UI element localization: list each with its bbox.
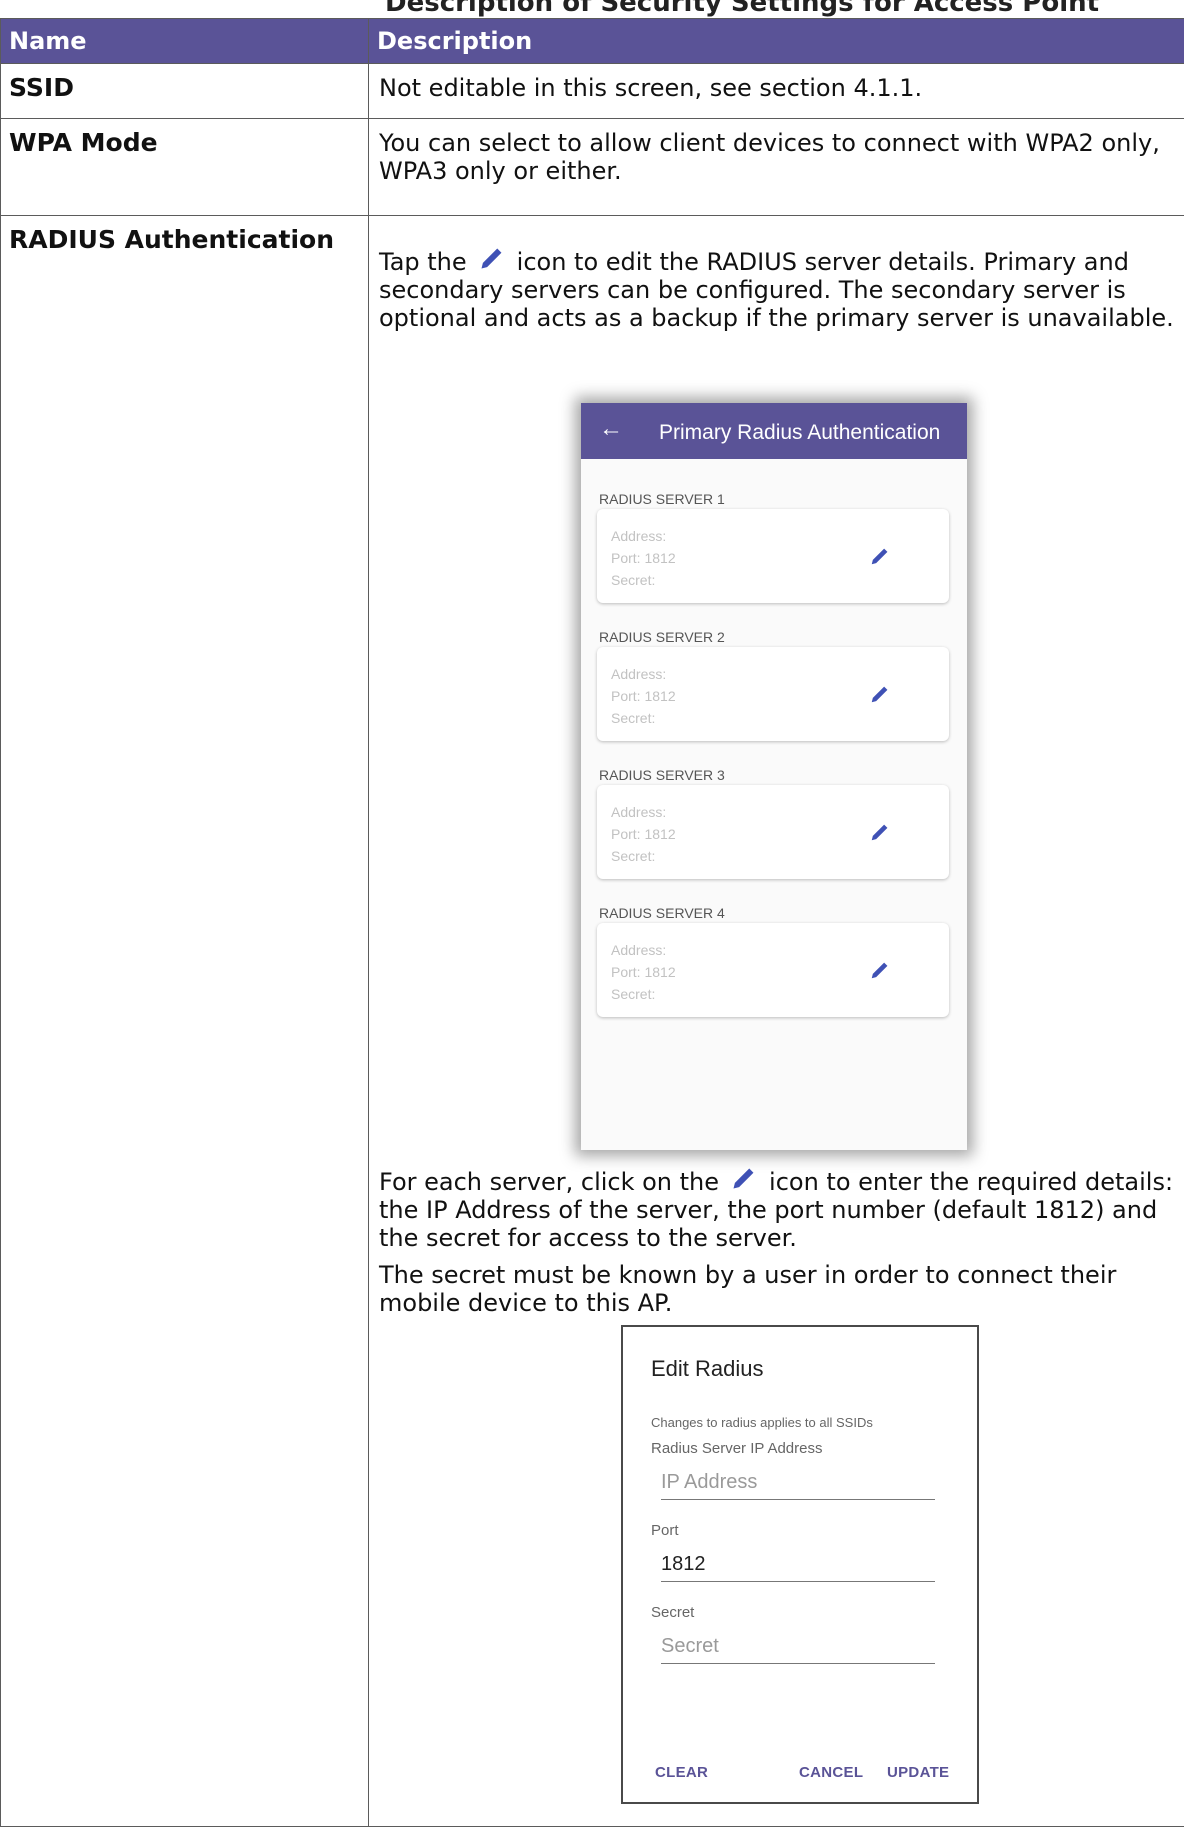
- p2-before: For each server, click on the: [379, 1168, 719, 1196]
- edit-pencil-icon[interactable]: [869, 959, 891, 981]
- table-row-wpa-mode: WPA Mode You can select to allow client …: [1, 119, 1184, 216]
- app-bar-title: Primary Radius Authentication: [659, 419, 940, 447]
- p1-before: Tap the: [379, 248, 467, 276]
- update-button[interactable]: UPDATE: [887, 1759, 949, 1787]
- cancel-button[interactable]: CANCEL: [799, 1759, 863, 1787]
- server-secret: Secret:: [611, 566, 655, 594]
- radius-paragraph-1: Tap theicon to edit the RADIUS server de…: [379, 244, 1176, 332]
- row-description-wpa-mode: You can select to allow client devices t…: [369, 119, 1184, 216]
- primary-radius-screenshot: ← Primary Radius Authentication RADIUS S…: [581, 403, 967, 1150]
- app-bar: ← Primary Radius Authentication: [581, 403, 967, 459]
- pencil-icon: [727, 1164, 761, 1192]
- clear-button[interactable]: CLEAR: [655, 1759, 708, 1787]
- edit-radius-dialog: Edit Radius Changes to radius applies to…: [621, 1325, 979, 1804]
- row-name-wpa-mode: WPA Mode: [1, 119, 369, 216]
- ip-address-label: Radius Server IP Address: [651, 1435, 822, 1463]
- table-row-radius: RADIUS Authentication Tap theicon to edi…: [1, 216, 1184, 1827]
- server-secret: Secret:: [611, 704, 655, 732]
- ip-address-input[interactable]: IP Address: [661, 1467, 935, 1500]
- page-heading-text: Description of Security Settings for Acc…: [385, 0, 1099, 18]
- port-label: Port: [651, 1517, 679, 1545]
- row-name-ssid: SSID: [1, 64, 369, 119]
- pencil-icon: [475, 244, 509, 272]
- secret-input[interactable]: Secret: [661, 1631, 935, 1664]
- dialog-note: Changes to radius applies to all SSIDs: [651, 1409, 873, 1437]
- row-name-radius: RADIUS Authentication: [1, 216, 369, 1827]
- table-header-row: Name Description: [1, 19, 1184, 64]
- radius-paragraph-2: For each server, click on theicon to ent…: [379, 1164, 1179, 1252]
- server-card-4[interactable]: Address: Port: 1812 Secret:: [597, 923, 949, 1017]
- security-settings-table: Name Description SSID Not editable in th…: [0, 18, 1184, 1827]
- server-secret: Secret:: [611, 842, 655, 870]
- radius-paragraph-3: The secret must be known by a user in or…: [379, 1261, 1159, 1317]
- server-card-1[interactable]: Address: Port: 1812 Secret:: [597, 509, 949, 603]
- server-card-2[interactable]: Address: Port: 1812 Secret:: [597, 647, 949, 741]
- arrow-back-icon[interactable]: ←: [599, 415, 623, 443]
- header-description: Description: [369, 19, 1184, 64]
- server-secret: Secret:: [611, 980, 655, 1008]
- edit-pencil-icon[interactable]: [869, 545, 891, 567]
- server-card-3[interactable]: Address: Port: 1812 Secret:: [597, 785, 949, 879]
- table-row-ssid: SSID Not editable in this screen, see se…: [1, 64, 1184, 119]
- row-description-ssid: Not editable in this screen, see section…: [369, 64, 1184, 119]
- row-description-radius: Tap theicon to edit the RADIUS server de…: [369, 216, 1184, 1827]
- edit-pencil-icon[interactable]: [869, 683, 891, 705]
- dialog-title: Edit Radius: [651, 1355, 764, 1383]
- port-input[interactable]: 1812: [661, 1549, 935, 1582]
- edit-pencil-icon[interactable]: [869, 821, 891, 843]
- header-name: Name: [1, 19, 369, 64]
- secret-label: Secret: [651, 1599, 694, 1627]
